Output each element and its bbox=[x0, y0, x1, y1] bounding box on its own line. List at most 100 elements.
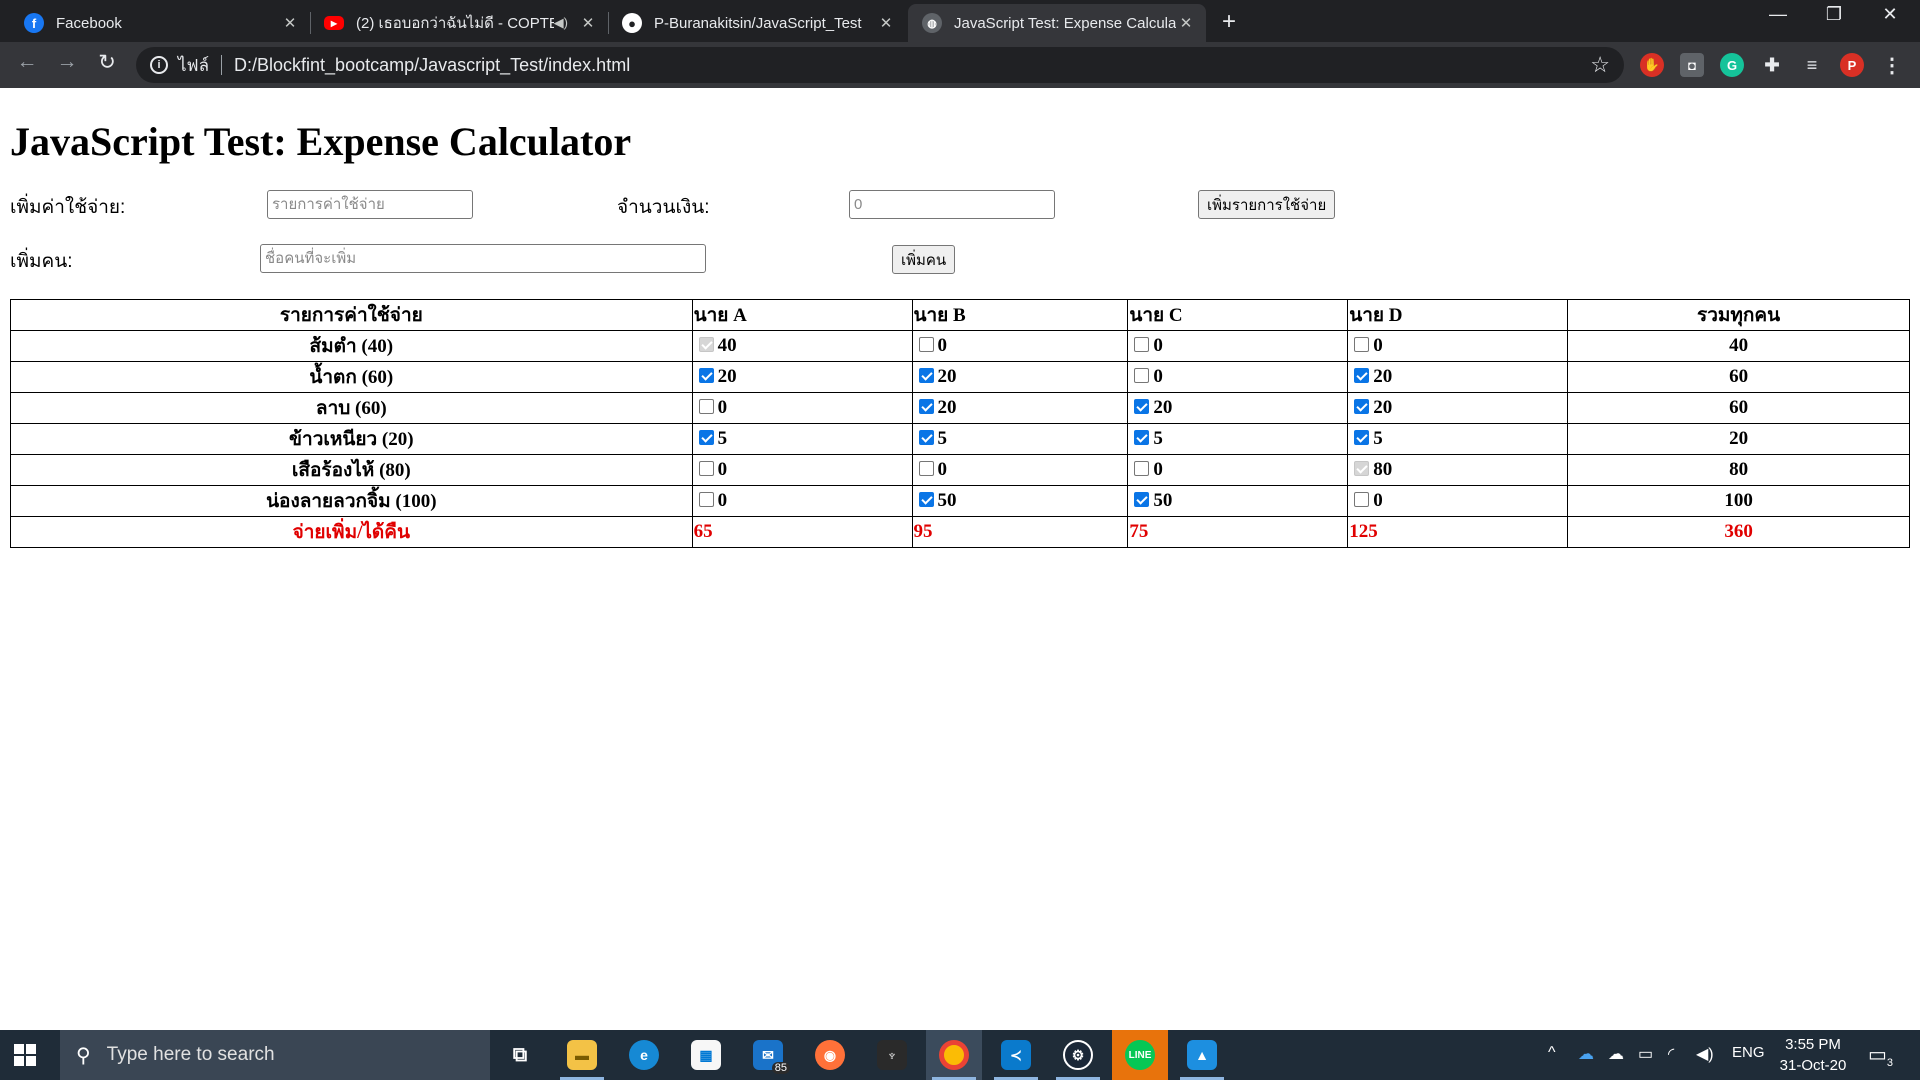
taskbar-clock[interactable]: 3:55 PM 31-Oct-20 bbox=[1772, 1034, 1854, 1076]
tray-chevron-icon[interactable]: ^ bbox=[1548, 1044, 1556, 1062]
expense-name-input[interactable] bbox=[267, 190, 473, 219]
notification-center-icon[interactable]: ▭3 bbox=[1868, 1042, 1893, 1069]
share-checkbox bbox=[1354, 461, 1370, 476]
summary-value: 65 bbox=[691, 516, 913, 548]
extensions-puzzle-icon[interactable]: ✚ bbox=[1760, 53, 1784, 77]
predator-sense-icon[interactable]: ♆ bbox=[864, 1030, 920, 1080]
mail-badge: 85 bbox=[771, 1062, 790, 1074]
tab-expense-calculator[interactable]: ◍ JavaScript Test: Expense Calculato ✕ bbox=[908, 4, 1206, 42]
url-text[interactable]: D:/Blockfint_bootcamp/Javascript_Test/in… bbox=[234, 55, 1590, 76]
share-cell: 0 bbox=[1127, 330, 1349, 362]
share-checkbox[interactable] bbox=[1354, 337, 1370, 352]
share-amount: 20 bbox=[937, 366, 957, 387]
restore-icon[interactable]: ❐ bbox=[1806, 4, 1862, 25]
share-checkbox[interactable] bbox=[1354, 430, 1370, 445]
share-checkbox[interactable] bbox=[1134, 430, 1150, 445]
share-amount: 0 bbox=[1153, 335, 1163, 356]
browser-toolbar: ← → ↻ i ไฟล์ D:/Blockfint_bootcamp/Javas… bbox=[0, 42, 1920, 88]
share-amount: 20 bbox=[717, 366, 737, 387]
audio-playing-icon[interactable]: ◀) bbox=[554, 15, 568, 31]
close-tab-icon[interactable]: ✕ bbox=[1176, 14, 1196, 32]
minimize-icon[interactable]: — bbox=[1750, 4, 1806, 25]
share-checkbox[interactable] bbox=[698, 461, 714, 476]
share-checkbox[interactable] bbox=[1354, 399, 1370, 414]
reload-icon[interactable]: ↻ bbox=[92, 50, 122, 75]
browser-menu-icon[interactable]: ⋮ bbox=[1880, 53, 1904, 77]
file-explorer-icon[interactable]: ▬ bbox=[554, 1030, 610, 1080]
amount-input[interactable] bbox=[849, 190, 1055, 219]
tab-github[interactable]: ● P-Buranakitsin/JavaScript_Test ✕ bbox=[608, 4, 906, 42]
share-checkbox[interactable] bbox=[1134, 337, 1150, 352]
new-tab-icon[interactable]: + bbox=[1222, 8, 1236, 36]
share-checkbox[interactable] bbox=[1134, 492, 1150, 507]
add-expense-button[interactable]: เพิ่มรายการใช้จ่าย bbox=[1198, 190, 1336, 219]
add-person-button[interactable]: เพิ่มคน bbox=[892, 245, 956, 274]
person-name-input[interactable] bbox=[260, 244, 706, 273]
expense-item-name: น่องลายลวกจิ้ม (100) bbox=[10, 485, 693, 517]
language-indicator[interactable]: ENG bbox=[1732, 1044, 1765, 1061]
expense-item-name: ลาบ (60) bbox=[10, 392, 693, 424]
share-checkbox[interactable] bbox=[698, 399, 714, 414]
close-tab-icon[interactable]: ✕ bbox=[578, 14, 598, 32]
share-amount: 40 bbox=[717, 335, 737, 356]
taskbar-search-box[interactable]: ⚲ Type here to search bbox=[60, 1030, 490, 1080]
share-cell: 20 bbox=[1347, 392, 1569, 424]
battery-icon[interactable]: ▭ bbox=[1638, 1044, 1653, 1064]
share-checkbox[interactable] bbox=[918, 461, 934, 476]
extension-hand-icon[interactable]: ✋ bbox=[1640, 53, 1664, 77]
camera-extension-icon[interactable]: ◘ bbox=[1680, 53, 1704, 77]
share-checkbox[interactable] bbox=[698, 430, 714, 445]
bookmark-star-icon[interactable]: ☆ bbox=[1590, 52, 1610, 78]
photos-icon[interactable]: ▲ bbox=[1174, 1030, 1230, 1080]
share-checkbox[interactable] bbox=[1134, 461, 1150, 476]
onedrive-icon[interactable]: ☁ bbox=[1578, 1044, 1594, 1064]
back-icon[interactable]: ← bbox=[12, 50, 42, 74]
grammarly-icon[interactable]: G bbox=[1720, 53, 1744, 77]
window-close-icon[interactable]: ✕ bbox=[1862, 4, 1918, 25]
row-total: 60 bbox=[1567, 361, 1910, 393]
share-checkbox[interactable] bbox=[1134, 399, 1150, 414]
share-checkbox[interactable] bbox=[918, 430, 934, 445]
close-tab-icon[interactable]: ✕ bbox=[876, 14, 896, 32]
steam-icon[interactable]: ⚙ bbox=[1050, 1030, 1106, 1080]
tab-title: (2) เธอบอกว่าฉันไม่ดี - COPTER bbox=[356, 15, 554, 32]
windows-taskbar: ⚲ Type here to search ⧉ ▬ e ▦ ✉ 85 ◉ ♆ ≺ … bbox=[0, 1030, 1920, 1080]
tab-facebook[interactable]: f Facebook ✕ bbox=[10, 4, 310, 42]
close-tab-icon[interactable]: ✕ bbox=[280, 14, 300, 32]
task-view-icon[interactable]: ⧉ bbox=[492, 1030, 548, 1080]
share-checkbox[interactable] bbox=[918, 399, 934, 414]
share-checkbox[interactable] bbox=[698, 492, 714, 507]
expense-table: รายการค่าใช้จ่าย นาย A นาย B นาย C นาย D… bbox=[10, 299, 1910, 548]
share-cell: 20 bbox=[1127, 392, 1349, 424]
share-checkbox[interactable] bbox=[918, 337, 934, 352]
share-checkbox[interactable] bbox=[1134, 368, 1150, 383]
share-checkbox[interactable] bbox=[918, 492, 934, 507]
site-info-icon[interactable]: i bbox=[150, 56, 168, 74]
line-icon[interactable]: LINE bbox=[1112, 1030, 1168, 1080]
share-checkbox[interactable] bbox=[698, 368, 714, 383]
mail-icon[interactable]: ✉ 85 bbox=[740, 1030, 796, 1080]
share-checkbox[interactable] bbox=[1354, 368, 1370, 383]
github-icon: ● bbox=[622, 13, 642, 33]
row-total: 100 bbox=[1567, 485, 1910, 517]
share-checkbox[interactable] bbox=[918, 368, 934, 383]
share-checkbox[interactable] bbox=[1354, 492, 1370, 507]
volume-icon[interactable]: ◀) bbox=[1696, 1044, 1714, 1064]
tab-youtube[interactable]: ▶ (2) เธอบอกว่าฉันไม่ดี - COPTER ◀) ✕ bbox=[310, 4, 608, 42]
share-amount: 20 bbox=[1373, 397, 1393, 418]
edge-icon[interactable]: e bbox=[616, 1030, 672, 1080]
wifi-icon[interactable]: ◜ bbox=[1668, 1044, 1674, 1064]
chrome-icon[interactable] bbox=[926, 1030, 982, 1080]
profile-avatar[interactable]: P bbox=[1840, 53, 1864, 77]
windows-start-icon[interactable] bbox=[14, 1044, 36, 1066]
firefox-icon[interactable]: ◉ bbox=[802, 1030, 858, 1080]
share-cell: 0 bbox=[1347, 330, 1569, 362]
clock-time: 3:55 PM bbox=[1785, 1036, 1841, 1053]
address-bar[interactable]: i ไฟล์ D:/Blockfint_bootcamp/Javascript_… bbox=[136, 47, 1624, 83]
media-queue-icon[interactable]: ≡ bbox=[1800, 53, 1824, 77]
cloud-icon[interactable]: ☁ bbox=[1608, 1044, 1624, 1064]
vscode-icon[interactable]: ≺ bbox=[988, 1030, 1044, 1080]
store-icon[interactable]: ▦ bbox=[678, 1030, 734, 1080]
forward-icon[interactable]: → bbox=[52, 50, 82, 74]
tab-title: P-Buranakitsin/JavaScript_Test bbox=[654, 14, 862, 32]
